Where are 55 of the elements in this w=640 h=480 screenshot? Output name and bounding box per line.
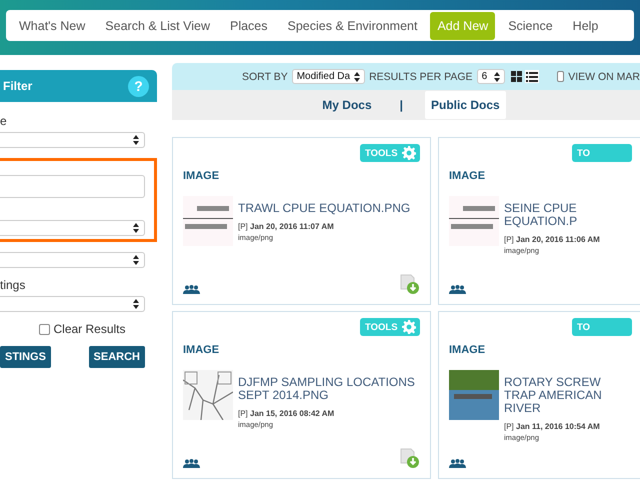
field-label: e — [0, 114, 8, 128]
users-icon[interactable] — [449, 285, 466, 294]
grid-view-icon[interactable] — [510, 70, 523, 83]
doc-tab[interactable]: My Docs — [316, 91, 378, 119]
input-field[interactable] — [0, 175, 145, 198]
caret-icon — [133, 299, 139, 309]
sort-label: SORT BY — [242, 70, 288, 82]
download-icon[interactable] — [400, 274, 420, 294]
settings-icon — [402, 146, 416, 160]
users-icon[interactable] — [449, 459, 466, 468]
settings-icon — [402, 320, 416, 334]
action-button[interactable]: STINGS — [0, 346, 51, 368]
document-type: IMAGE — [449, 344, 486, 356]
photo-placeholder — [449, 370, 499, 420]
action-button[interactable]: SEARCH — [88, 346, 145, 368]
filter-title: Filter — [3, 79, 32, 93]
doc-tab[interactable]: Public Docs — [425, 91, 506, 119]
nav-link[interactable]: Search & List View — [98, 14, 217, 38]
document-date: [P] Jan 20, 2016 11:06 AM — [504, 235, 601, 244]
caret-icon — [133, 135, 139, 145]
per-page-dropdown[interactable]: 6 — [476, 69, 505, 84]
list-view-icon[interactable] — [524, 70, 539, 83]
document-title[interactable]: SEINE CPUE EQUATION.P — [504, 202, 632, 228]
download-icon[interactable] — [400, 448, 420, 468]
document-date: [P] Jan 20, 2016 11:07 AM — [238, 222, 335, 231]
document-date: [P] Jan 11, 2016 10:54 AM — [504, 422, 601, 431]
caret-icon — [494, 72, 500, 82]
users-icon[interactable] — [183, 459, 200, 468]
tab-separator: | — [400, 98, 404, 112]
document-title[interactable]: TRAWL CPUE EQUATION.PNG — [238, 202, 410, 215]
document-type: IMAGE — [183, 170, 220, 182]
document-title[interactable]: ROTARY SCREW TRAP AMERICAN RIVER — [504, 376, 632, 415]
caret-icon — [133, 223, 139, 233]
caret-icon — [354, 72, 360, 82]
document-title[interactable]: DJFMP SAMPLING LOCATIONS SEPT 2014.PNG — [238, 376, 420, 402]
map-thumbnail — [183, 370, 233, 420]
nav-link[interactable]: Science — [501, 14, 560, 38]
document-type: IMAGE — [183, 344, 220, 356]
document-date: [P] Jan 15, 2016 08:42 AM — [238, 409, 336, 418]
per-page-label: RESULTS PER PAGE — [369, 70, 473, 82]
nav-link[interactable]: What's New — [12, 14, 92, 38]
checkbox[interactable] — [556, 71, 564, 82]
checkbox-label: Clear Results — [53, 322, 126, 336]
equation-thumbnail — [449, 196, 499, 246]
nav-link[interactable]: Places — [222, 14, 275, 38]
sort-dropdown[interactable]: Modified Da — [292, 69, 366, 84]
equation-thumbnail — [183, 196, 233, 246]
field-label: tings — [0, 278, 26, 292]
caret-icon — [133, 255, 139, 265]
users-icon[interactable] — [183, 285, 200, 294]
checkbox-label: VIEW ON MAR — [568, 70, 640, 82]
nav-link[interactable]: Help — [566, 14, 606, 38]
checkbox[interactable] — [39, 324, 50, 334]
nav-link[interactable]: Species & Environment — [280, 14, 424, 38]
document-type: IMAGE — [449, 170, 486, 182]
